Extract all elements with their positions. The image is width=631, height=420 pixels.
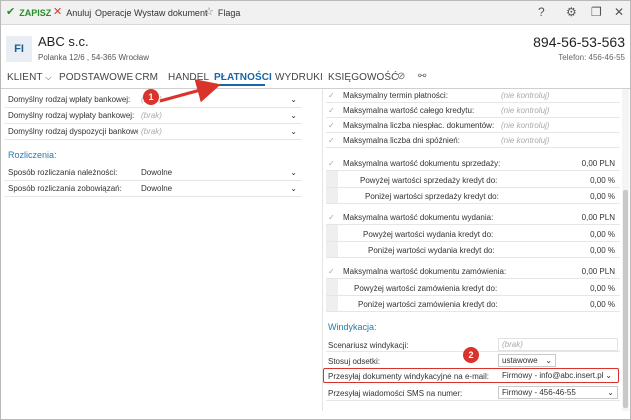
annotation-badge-1: 1 — [143, 89, 159, 105]
annotation-badge-2: 2 — [463, 347, 479, 363]
annotation-arrow — [159, 79, 221, 103]
